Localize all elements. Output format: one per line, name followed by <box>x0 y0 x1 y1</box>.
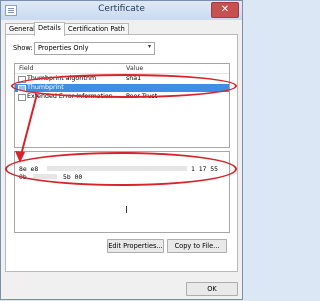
copy-to-file-button[interactable]: Copy to File... <box>167 239 227 253</box>
tab-details[interactable]: Details <box>34 22 65 36</box>
text-cursor-icon: I <box>125 205 128 216</box>
annotation-arrow <box>15 93 38 163</box>
edit-properties-button[interactable]: Edit Properties... <box>107 239 164 253</box>
ok-button[interactable]: OK <box>186 282 238 296</box>
certificate-window: Certificate ✕ General Details Certificat… <box>0 0 243 300</box>
